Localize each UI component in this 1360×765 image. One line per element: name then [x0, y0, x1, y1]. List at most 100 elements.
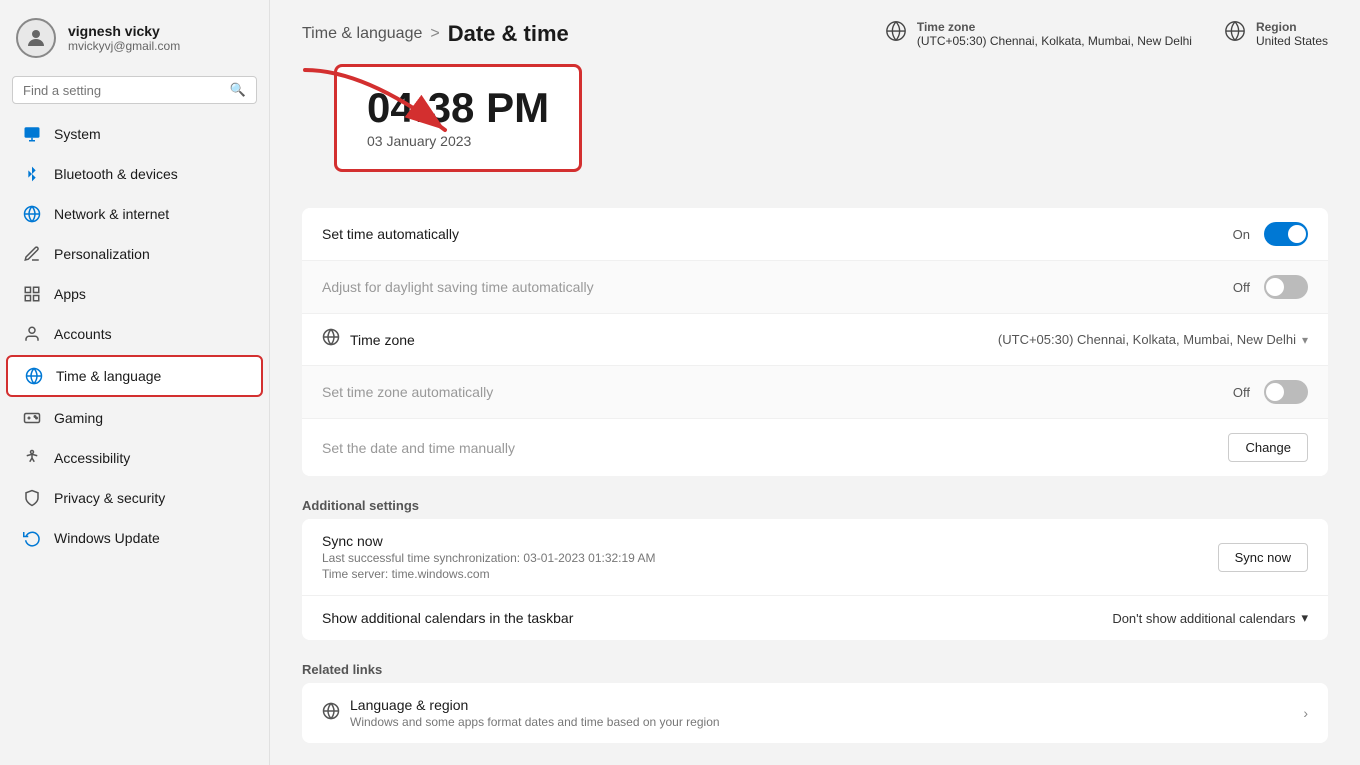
set-time-auto-toggle[interactable] — [1264, 222, 1308, 246]
sidebar-item-gaming-label: Gaming — [54, 410, 103, 426]
region-value: United States — [1256, 34, 1328, 48]
settings-content: Set time automatically On Adjust for day… — [270, 208, 1360, 765]
apps-icon — [22, 284, 42, 304]
search-input[interactable] — [23, 83, 224, 98]
related-links-header: Related links — [302, 654, 1328, 683]
sync-info: Sync now Last successful time synchroniz… — [322, 533, 656, 581]
timezone-value: (UTC+05:30) Chennai, Kolkata, Mumbai, Ne… — [917, 34, 1192, 48]
sidebar-item-bluetooth-label: Bluetooth & devices — [54, 166, 178, 182]
sync-now-button[interactable]: Sync now — [1218, 543, 1308, 572]
time-card-section: 04:38 PM 03 January 2023 — [270, 64, 1360, 208]
sidebar-item-time-language[interactable]: Time & language — [6, 355, 263, 397]
language-region-title: Language & region — [350, 697, 720, 713]
timezone-row-label: Time zone — [350, 332, 415, 348]
set-time-auto-row: Set time automatically On — [302, 208, 1328, 261]
page-title: Date & time — [448, 21, 569, 47]
daylight-saving-label: Adjust for daylight saving time automati… — [322, 279, 594, 295]
sidebar-item-privacy[interactable]: Privacy & security — [6, 479, 263, 517]
date-display: 03 January 2023 — [367, 133, 549, 149]
accessibility-icon — [22, 448, 42, 468]
time-card: 04:38 PM 03 January 2023 — [334, 64, 582, 172]
sidebar-item-system-label: System — [54, 126, 101, 142]
sync-last: Last successful time synchronization: 03… — [322, 551, 656, 565]
chevron-down-icon: ▾ — [1302, 333, 1308, 347]
timezone-row-value: (UTC+05:30) Chennai, Kolkata, Mumbai, Ne… — [998, 332, 1308, 347]
additional-calendars-row[interactable]: Show additional calendars in the taskbar… — [302, 596, 1328, 640]
region-icon — [1224, 20, 1246, 48]
change-button[interactable]: Change — [1228, 433, 1308, 462]
language-region-chevron-icon: › — [1303, 705, 1308, 721]
sidebar-item-apps-label: Apps — [54, 286, 86, 302]
calendars-chevron-icon: ▾ — [1301, 610, 1308, 626]
gaming-icon — [22, 408, 42, 428]
system-icon — [22, 124, 42, 144]
user-name: vignesh vicky — [68, 23, 180, 39]
sidebar-item-network[interactable]: Network & internet — [6, 195, 263, 233]
additional-calendars-label: Show additional calendars in the taskbar — [322, 610, 573, 626]
search-box[interactable]: 🔍 — [12, 76, 257, 104]
breadcrumb-parent: Time & language — [302, 25, 422, 43]
timezone-row-icon — [322, 328, 340, 351]
sidebar: vignesh vicky mvickyvj@gmail.com 🔍 Syste… — [0, 0, 270, 765]
additional-settings-group: Sync now Last successful time synchroniz… — [302, 519, 1328, 640]
sidebar-item-bluetooth[interactable]: Bluetooth & devices — [6, 155, 263, 193]
timezone-label: Time zone — [917, 20, 1192, 34]
privacy-icon — [22, 488, 42, 508]
additional-settings-header: Additional settings — [302, 490, 1328, 519]
language-region-info: Language & region Windows and some apps … — [350, 697, 720, 729]
language-region-row[interactable]: Language & region Windows and some apps … — [302, 683, 1328, 743]
windows-update-icon — [22, 528, 42, 548]
region-label: Region — [1256, 20, 1328, 34]
set-time-auto-state: On — [1233, 227, 1250, 242]
set-date-time-manually-row: Set the date and time manually Change — [302, 419, 1328, 476]
main-content: Time & language > Date & time Time zone … — [270, 0, 1360, 765]
set-date-time-manually-label: Set the date and time manually — [322, 440, 515, 456]
set-time-auto-label: Set time automatically — [322, 226, 459, 242]
breadcrumb: Time & language > Date & time — [302, 21, 569, 47]
sidebar-item-network-label: Network & internet — [54, 206, 169, 222]
sidebar-item-time-language-label: Time & language — [56, 368, 161, 384]
daylight-saving-state: Off — [1233, 280, 1250, 295]
set-timezone-auto-state: Off — [1233, 385, 1250, 400]
sidebar-item-windows-update[interactable]: Windows Update — [6, 519, 263, 557]
sidebar-item-system[interactable]: System — [6, 115, 263, 153]
sidebar-item-accessibility[interactable]: Accessibility — [6, 439, 263, 477]
search-icon: 🔍 — [230, 82, 246, 98]
set-timezone-auto-label: Set time zone automatically — [322, 384, 493, 400]
breadcrumb-separator: > — [430, 25, 439, 43]
set-timezone-auto-row: Set time zone automatically Off — [302, 366, 1328, 419]
settings-group-time: Set time automatically On Adjust for day… — [302, 208, 1328, 476]
toggle-thumb-3 — [1266, 383, 1284, 401]
language-region-sub: Windows and some apps format dates and t… — [350, 715, 720, 729]
timezone-text: Time zone (UTC+05:30) Chennai, Kolkata, … — [917, 20, 1192, 48]
network-icon — [22, 204, 42, 224]
daylight-saving-toggle[interactable] — [1264, 275, 1308, 299]
time-display: 04:38 PM — [367, 87, 549, 129]
personalization-icon — [22, 244, 42, 264]
sync-server: Time server: time.windows.com — [322, 567, 656, 581]
header-meta: Time zone (UTC+05:30) Chennai, Kolkata, … — [885, 20, 1328, 48]
sync-title: Sync now — [322, 533, 656, 549]
timezone-row[interactable]: Time zone (UTC+05:30) Chennai, Kolkata, … — [302, 314, 1328, 366]
sidebar-item-privacy-label: Privacy & security — [54, 490, 165, 506]
daylight-saving-row: Adjust for daylight saving time automati… — [302, 261, 1328, 314]
sidebar-item-personalization[interactable]: Personalization — [6, 235, 263, 273]
calendars-dropdown[interactable]: Don't show additional calendars ▾ — [1112, 610, 1308, 626]
calendars-value: Don't show additional calendars — [1112, 611, 1295, 626]
language-region-content: Language & region Windows and some apps … — [322, 697, 720, 729]
sidebar-item-accounts[interactable]: Accounts — [6, 315, 263, 353]
accounts-icon — [22, 324, 42, 344]
region-info: Region United States — [1224, 20, 1328, 48]
user-info: vignesh vicky mvickyvj@gmail.com — [68, 23, 180, 53]
title-bar: Time & language > Date & time Time zone … — [270, 0, 1360, 64]
sidebar-item-accounts-label: Accounts — [54, 326, 112, 342]
bluetooth-icon — [22, 164, 42, 184]
sidebar-item-accessibility-label: Accessibility — [54, 450, 130, 466]
set-timezone-auto-toggle[interactable] — [1264, 380, 1308, 404]
sidebar-item-apps[interactable]: Apps — [6, 275, 263, 313]
sync-now-row: Sync now Last successful time synchroniz… — [302, 519, 1328, 596]
timezone-icon — [885, 20, 907, 48]
sidebar-item-gaming[interactable]: Gaming — [6, 399, 263, 437]
avatar — [16, 18, 56, 58]
user-profile[interactable]: vignesh vicky mvickyvj@gmail.com — [0, 0, 269, 72]
